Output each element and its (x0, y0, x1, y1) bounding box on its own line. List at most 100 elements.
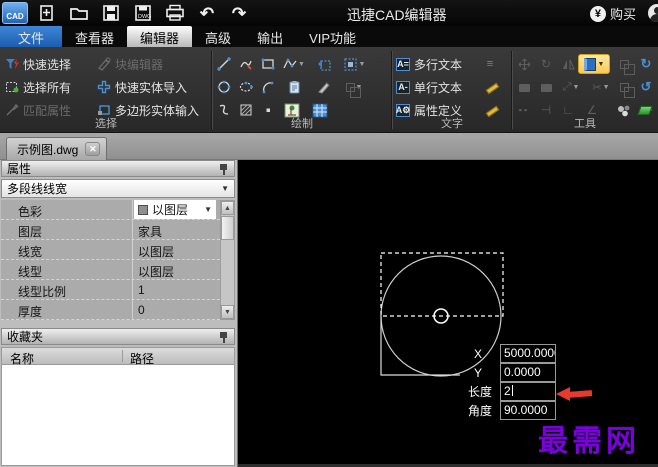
open-folder-icon (70, 8, 88, 20)
menu-advanced[interactable]: 高级 (192, 26, 244, 47)
draw-line-button[interactable] (214, 55, 234, 73)
scroll-down-button[interactable]: ▼ (221, 305, 234, 319)
layers-icon (619, 59, 635, 75)
user-account-icon[interactable] (648, 4, 658, 22)
group-label-select: 选择 (95, 118, 117, 130)
draw-polyline-button[interactable]: ▼ (280, 55, 308, 73)
group-label-text: 文字 (441, 118, 463, 130)
sync-icon: ↻ (640, 56, 652, 71)
new-file-button[interactable] (34, 2, 60, 24)
select-all-button[interactable]: 选择所有 (4, 78, 71, 96)
insert-block-button[interactable] (314, 55, 334, 73)
table-row-thickness[interactable]: 厚度 0 (1, 300, 235, 320)
print-button[interactable] (162, 2, 188, 24)
menu-viewer[interactable]: 查看器 (62, 26, 127, 47)
undo-button[interactable]: ↶ (194, 2, 220, 24)
row-value: 以图层 (152, 203, 189, 217)
create-block-button[interactable]: ▼ (340, 55, 368, 73)
property-type-dropdown[interactable]: 多段线线宽 ▼ (1, 179, 235, 198)
svg-text:DWG: DWG (138, 14, 151, 20)
quick-entity-import-button[interactable]: 快速实体导入 (96, 78, 187, 96)
table-row-layer[interactable]: 图层 家具 (1, 220, 235, 240)
menu-editor[interactable]: 编辑器 (127, 26, 193, 47)
dropdown-arrow-icon: ▼ (597, 60, 605, 68)
scale-button: ⤢ ▼ (558, 78, 584, 96)
properties-title: 属性 (7, 162, 32, 176)
scale-icon: ⤢ (562, 80, 572, 93)
panel-icon (518, 83, 530, 92)
polyline-icon (283, 58, 297, 69)
buy-button[interactable]: ¥ 购买 (589, 4, 636, 23)
draw-sketch-button[interactable] (236, 55, 256, 73)
rotate-icon: ↻ (540, 57, 552, 71)
row-label: 色彩 (1, 200, 133, 219)
save-button[interactable] (98, 2, 124, 24)
ribbon-group-tools: ↻ ▼ ↻ ⤢▼ ✂▼ ↺ ▪▪ ⊣ ∟ ∠ + 工具 (512, 47, 658, 133)
table-row-linetype-scale[interactable]: 线型比例 1 (1, 280, 235, 300)
notebook-icon (583, 57, 596, 71)
coord-row-x: X 5000.0000 (466, 344, 556, 363)
save-as-icon: DWG (135, 5, 151, 21)
edit-text-button[interactable] (480, 78, 500, 96)
ellipse-icon (239, 81, 253, 92)
print-icon (166, 4, 184, 21)
open-file-button[interactable] (66, 2, 92, 24)
text-number-button[interactable]: ≡ (480, 55, 500, 73)
line-icon (217, 57, 231, 71)
selected-tool-button[interactable]: ▼ (578, 54, 610, 74)
favorites-list[interactable] (1, 365, 235, 466)
color-value-dropdown[interactable]: 以图层 ▼ (134, 200, 216, 219)
tab-close-button[interactable]: ✕ (85, 142, 101, 156)
menu-vip[interactable]: VIP功能 (296, 26, 369, 47)
sync-blocks-button[interactable]: ↻ (636, 55, 656, 73)
quick-entity-import-icon (96, 80, 111, 95)
insert-block-icon (317, 59, 331, 71)
scrollbar-thumb[interactable] (221, 216, 234, 240)
sync-layout-button[interactable]: ↺ (636, 78, 656, 96)
block-editor-label: 块编辑器 (115, 57, 164, 72)
singleline-text-label: 单行文本 (414, 80, 463, 95)
draw-ellipse-button[interactable] (236, 78, 256, 96)
draw-rectangle-button[interactable] (258, 55, 278, 73)
table-row-lineweight[interactable]: 线宽 以图层 (1, 240, 235, 260)
coord-label-y: Y (474, 365, 483, 380)
favorites-title: 收藏夹 (7, 330, 44, 344)
table-row-color: 色彩 以图层 ▼ (1, 200, 235, 220)
select-all-icon (4, 80, 19, 95)
coord-input-length[interactable]: 2 (500, 382, 556, 401)
coord-input-y[interactable]: 0.0000 (500, 363, 556, 382)
copy-icon (345, 82, 361, 98)
pen-icon (318, 82, 330, 94)
mirror-icon (562, 59, 575, 69)
scroll-up-button[interactable]: ▲ (221, 201, 234, 215)
arc-icon (262, 81, 274, 94)
properties-scrollbar[interactable]: ▲ ▼ (220, 200, 235, 320)
menu-output[interactable]: 输出 (244, 26, 296, 47)
pin-icon[interactable] (219, 163, 229, 175)
app-window: CAD DWG ↶ ↷ 迅捷CAD编辑器 ¥ 购买 文件 查看器 编辑器 高级 … (0, 0, 658, 467)
hatch-pen-button[interactable] (314, 78, 334, 96)
tool-slot-1-button (514, 78, 534, 96)
move-icon (518, 58, 530, 70)
table-row-linetype[interactable]: 线型 以图层 (1, 260, 235, 280)
quick-select-button[interactable]: 快速选择 (4, 55, 71, 73)
draw-circle-button[interactable] (214, 78, 234, 96)
singleline-text-button[interactable]: A- 单行文本 (396, 78, 462, 96)
drawing-canvas[interactable]: X 5000.0000 Y 0.0000 长度 2 角度 90.0000 最需网 (238, 160, 658, 467)
draw-arc-button[interactable] (258, 78, 278, 96)
coord-input-x[interactable]: 5000.0000 (500, 344, 556, 363)
document-tab[interactable]: 示例图.dwg ✕ (6, 137, 108, 160)
create-block-icon (343, 57, 357, 71)
pin-icon[interactable] (219, 331, 229, 343)
multiline-text-button[interactable]: A= 多行文本 (396, 55, 462, 73)
dropdown-arrow-icon: ▼ (602, 83, 610, 91)
copy-layers-button (614, 55, 635, 75)
copy-layers-2-button (614, 78, 635, 98)
save-as-button[interactable]: DWG (130, 2, 156, 24)
menu-file[interactable]: 文件 (0, 26, 63, 47)
redo-button[interactable]: ↷ (226, 2, 252, 24)
paste-block-button[interactable] (280, 78, 308, 96)
row-label: 图层 (1, 220, 133, 239)
undo-icon: ↶ (199, 3, 215, 23)
coord-row-y: Y 0.0000 (466, 363, 556, 382)
